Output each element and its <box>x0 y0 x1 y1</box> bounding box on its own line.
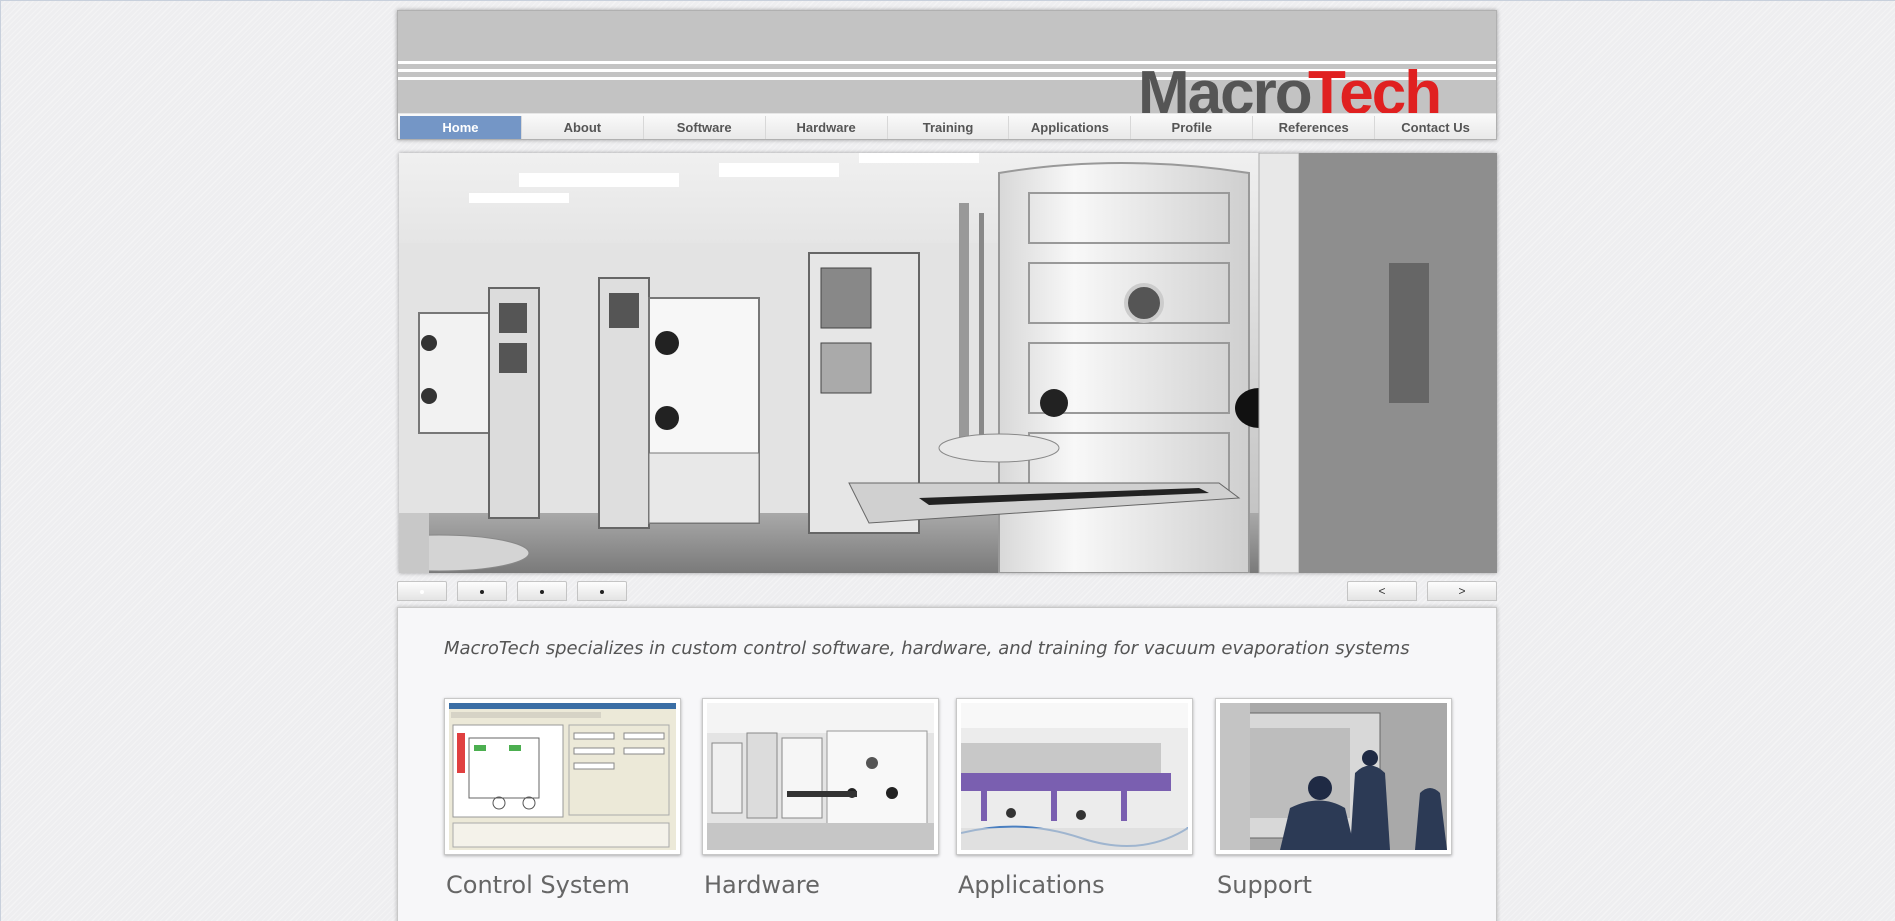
slide-dot-1[interactable] <box>397 581 447 601</box>
nav-training[interactable]: Training <box>888 116 1010 139</box>
site-header: Macro Tech Home About Software Hardware … <box>397 10 1497 140</box>
nav-software[interactable]: Software <box>644 116 766 139</box>
main-nav: Home About Software Hardware Training Ap… <box>398 113 1496 139</box>
hero-slide-image <box>399 153 1497 573</box>
nav-about[interactable]: About <box>522 116 644 139</box>
card-control-system: Control System <box>444 698 681 899</box>
nav-applications[interactable]: Applications <box>1009 116 1132 139</box>
nav-profile[interactable]: Profile <box>1131 116 1254 139</box>
card-title-hardware[interactable]: Hardware <box>704 871 939 899</box>
nav-contact[interactable]: Contact Us <box>1375 116 1496 139</box>
nav-home[interactable]: Home <box>400 116 522 139</box>
slider-next-button[interactable]: > <box>1427 581 1497 601</box>
tagline: MacroTech specializes in custom control … <box>444 638 1410 659</box>
control-system-thumbnail[interactable] <box>444 698 681 855</box>
slide-dot-4[interactable] <box>577 581 627 601</box>
card-hardware: Hardware <box>702 698 939 899</box>
slide-dot-2[interactable] <box>457 581 507 601</box>
nav-references[interactable]: References <box>1253 116 1376 139</box>
dot-icon <box>480 589 484 594</box>
slide-dot-3[interactable] <box>517 581 567 601</box>
content-panel: MacroTech specializes in custom control … <box>397 607 1497 921</box>
card-support: Support <box>1215 698 1452 899</box>
nav-hardware[interactable]: Hardware <box>766 116 888 139</box>
dot-icon <box>600 589 604 594</box>
card-title-support[interactable]: Support <box>1217 871 1452 899</box>
card-title-control-system[interactable]: Control System <box>446 871 681 899</box>
slider-prev-button[interactable]: < <box>1347 581 1417 601</box>
support-thumbnail[interactable] <box>1215 698 1452 855</box>
applications-thumbnail[interactable] <box>956 698 1193 855</box>
card-applications: Applications <box>956 698 1193 899</box>
hardware-thumbnail[interactable] <box>702 698 939 855</box>
card-title-applications[interactable]: Applications <box>958 871 1193 899</box>
active-dot-icon <box>420 589 424 594</box>
dot-icon <box>540 589 544 594</box>
